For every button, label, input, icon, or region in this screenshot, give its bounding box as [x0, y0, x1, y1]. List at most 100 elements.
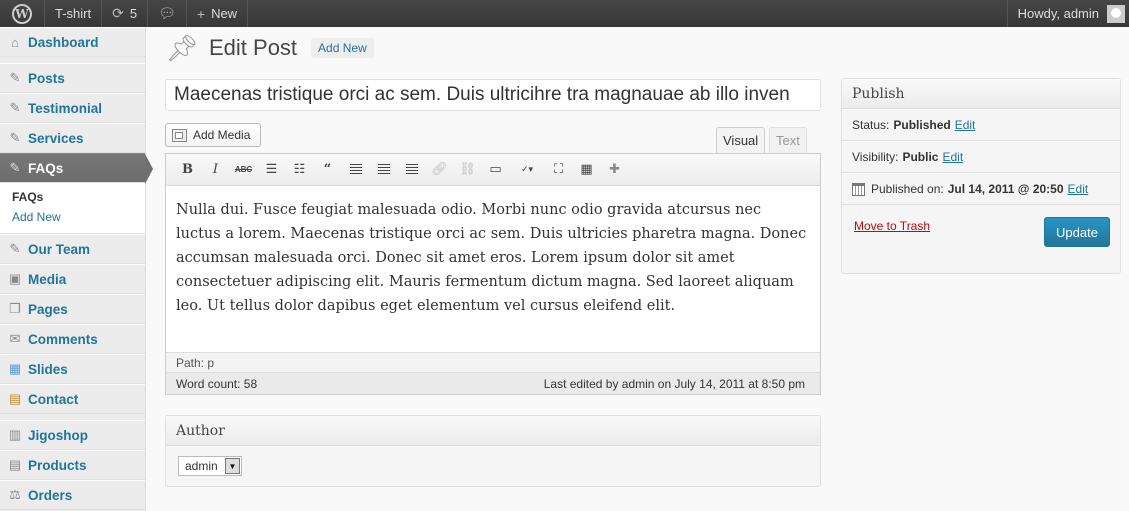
publish-box-title[interactable]: Publish: [842, 79, 1120, 109]
sidebar-item-our-team[interactable]: ✎ Our Team: [0, 234, 145, 264]
insert-more-icon[interactable]: ▭: [484, 159, 507, 181]
kitchen-sink-icon[interactable]: ▦: [575, 159, 598, 181]
status-label: Status:: [852, 118, 890, 132]
sidebar-item-label: Dashboard: [28, 34, 99, 50]
visibility-row: Visibility: Public Edit: [842, 141, 1120, 173]
align-center-icon[interactable]: [372, 159, 395, 181]
sidebar-item-label: Testimonial: [28, 100, 103, 116]
new-label: New: [211, 6, 238, 21]
sidebar-item-contact[interactable]: ▤ Contact: [0, 384, 145, 414]
visibility-label: Visibility:: [852, 150, 899, 164]
sidebar-item-media[interactable]: ▣ Media: [0, 264, 145, 294]
sidebar-item-orders[interactable]: ⚖ Orders: [0, 480, 145, 510]
sidebar-item-slides[interactable]: ▦ Slides: [0, 354, 145, 384]
status-edit-link[interactable]: Edit: [955, 118, 976, 132]
pushpin-icon: 📌︎: [165, 32, 199, 63]
published-label: Published on:: [871, 182, 944, 196]
updates-menu[interactable]: ⟳ 5: [102, 0, 149, 27]
numbered-list-icon[interactable]: ☷: [288, 159, 311, 181]
align-right-icon[interactable]: [400, 159, 423, 181]
fullscreen-icon[interactable]: ⛶: [547, 159, 570, 181]
avatar: [1107, 4, 1125, 23]
howdy-text: Howdy, admin: [1017, 6, 1099, 21]
sidebar-item-label: Posts: [28, 70, 65, 86]
editor-toolbar: B I ABC ☰ ☷ “ 🔗︎ ⛓ ▭ ✓▾ ⛶ ▦ ✚: [166, 154, 820, 186]
sidebar-item-pages[interactable]: ❐ Pages: [0, 294, 145, 324]
media-icon: [172, 128, 187, 142]
slides-icon: ▦: [8, 361, 22, 376]
sidebar-item-label: FAQs: [28, 160, 64, 176]
post-title-input[interactable]: Maecenas tristique orci ac sem. Duis ult…: [165, 79, 821, 111]
tab-text[interactable]: Text: [769, 127, 807, 153]
visibility-edit-link[interactable]: Edit: [942, 150, 963, 164]
update-button[interactable]: Update: [1044, 217, 1110, 247]
unlink-icon[interactable]: ⛓: [456, 159, 479, 181]
sidebar-item-comments[interactable]: ✉ Comments: [0, 324, 145, 354]
submenu-item-faqs[interactable]: FAQs: [0, 187, 145, 207]
site-name-menu[interactable]: T-shirt: [45, 0, 103, 27]
add-media-button[interactable]: Add Media: [165, 123, 261, 147]
sidebar-item-label: Slides: [28, 361, 68, 377]
published-value: Jul 14, 2011 @ 20:50: [947, 182, 1064, 196]
comments-icon: ✉: [9, 331, 21, 346]
sidebar-item-label: Orders: [28, 487, 73, 503]
sidebar-item-dashboard[interactable]: ⌂ Dashboard: [0, 27, 145, 57]
orders-icon: ⚖: [9, 487, 21, 502]
align-left-icon[interactable]: [344, 159, 367, 181]
comments-menu[interactable]: 💬︎: [148, 0, 187, 27]
sidebar-item-testimonial[interactable]: ✎ Testimonial: [0, 93, 145, 123]
italic-icon[interactable]: I: [204, 159, 227, 181]
page-header: 📌︎ Edit Post Add New: [165, 31, 565, 65]
author-select[interactable]: admin ▼: [178, 456, 242, 476]
editor-content[interactable]: Nulla dui. Fusce feugiat malesuada odio.…: [166, 186, 820, 352]
sidebar-item-label: Comments: [28, 331, 98, 347]
page-title: Edit Post: [209, 35, 298, 60]
tab-visual[interactable]: Visual: [716, 127, 766, 153]
bullet-list-icon[interactable]: ☰: [260, 159, 283, 181]
sidebar-item-posts[interactable]: ✎ Posts: [0, 63, 145, 93]
comment-bubble-icon: 💬︎: [158, 5, 176, 21]
site-name: T-shirt: [55, 6, 92, 21]
sidebar-item-label: Pages: [28, 301, 68, 317]
pin-icon: ✎: [9, 241, 21, 256]
sidebar-item-services[interactable]: ✎ Services: [0, 123, 145, 153]
sidebar-item-label: Products: [28, 457, 87, 473]
sidebar-item-faqs[interactable]: ✎ FAQs: [0, 153, 153, 184]
calendar-icon: [852, 182, 865, 196]
author-selected: admin: [185, 459, 218, 473]
insert-link-icon[interactable]: 🔗︎: [428, 159, 451, 181]
refresh-icon: ⟳: [112, 5, 124, 21]
pages-icon: ❐: [9, 301, 21, 316]
author-box-title[interactable]: Author: [166, 416, 820, 446]
contact-icon: ▤: [8, 391, 22, 406]
pin-icon: ✎: [9, 100, 21, 115]
move-to-trash-link[interactable]: Move to Trash: [854, 219, 930, 233]
my-account-menu[interactable]: Howdy, admin: [1006, 0, 1129, 27]
spellcheck-icon[interactable]: ✓▾: [512, 159, 542, 181]
strikethrough-icon[interactable]: ABC: [232, 159, 255, 181]
pin-icon: ✎: [9, 160, 21, 175]
sidebar-item-jigoshop[interactable]: ▥ Jigoshop: [0, 420, 145, 450]
dropdown-arrow-icon: ▼: [225, 458, 240, 474]
published-date-row: Published on: Jul 14, 2011 @ 20:50 Edit: [842, 173, 1120, 205]
published-edit-link[interactable]: Edit: [1068, 182, 1089, 196]
author-metabox: Author admin ▼: [165, 415, 821, 487]
puzzle-icon[interactable]: ✚: [603, 159, 626, 181]
editor-path: Path: p: [166, 352, 820, 372]
add-new-button[interactable]: Add New: [311, 38, 374, 58]
admin-bar: W T-shirt ⟳ 5 💬︎ + New Howdy, admin: [0, 0, 1129, 27]
add-media-label: Add Media: [193, 128, 251, 142]
home-icon: ⌂: [11, 34, 19, 50]
bold-icon[interactable]: B: [176, 159, 199, 181]
new-content-menu[interactable]: + New: [187, 0, 249, 27]
visibility-value: Public: [902, 150, 939, 164]
blockquote-icon[interactable]: “: [316, 159, 339, 181]
submenu-item-add-new[interactable]: Add New: [0, 207, 145, 227]
wordpress-logo-icon: W: [12, 3, 32, 24]
sidebar-item-label: Our Team: [28, 241, 91, 257]
sidebar-item-products[interactable]: ▤ Products: [0, 450, 145, 480]
publish-actions: Move to Trash Update: [842, 205, 1120, 255]
wp-logo-menu[interactable]: W: [0, 0, 45, 27]
last-edited: Last edited by admin on July 14, 2011 at…: [543, 376, 805, 391]
plus-icon: +: [196, 5, 206, 22]
